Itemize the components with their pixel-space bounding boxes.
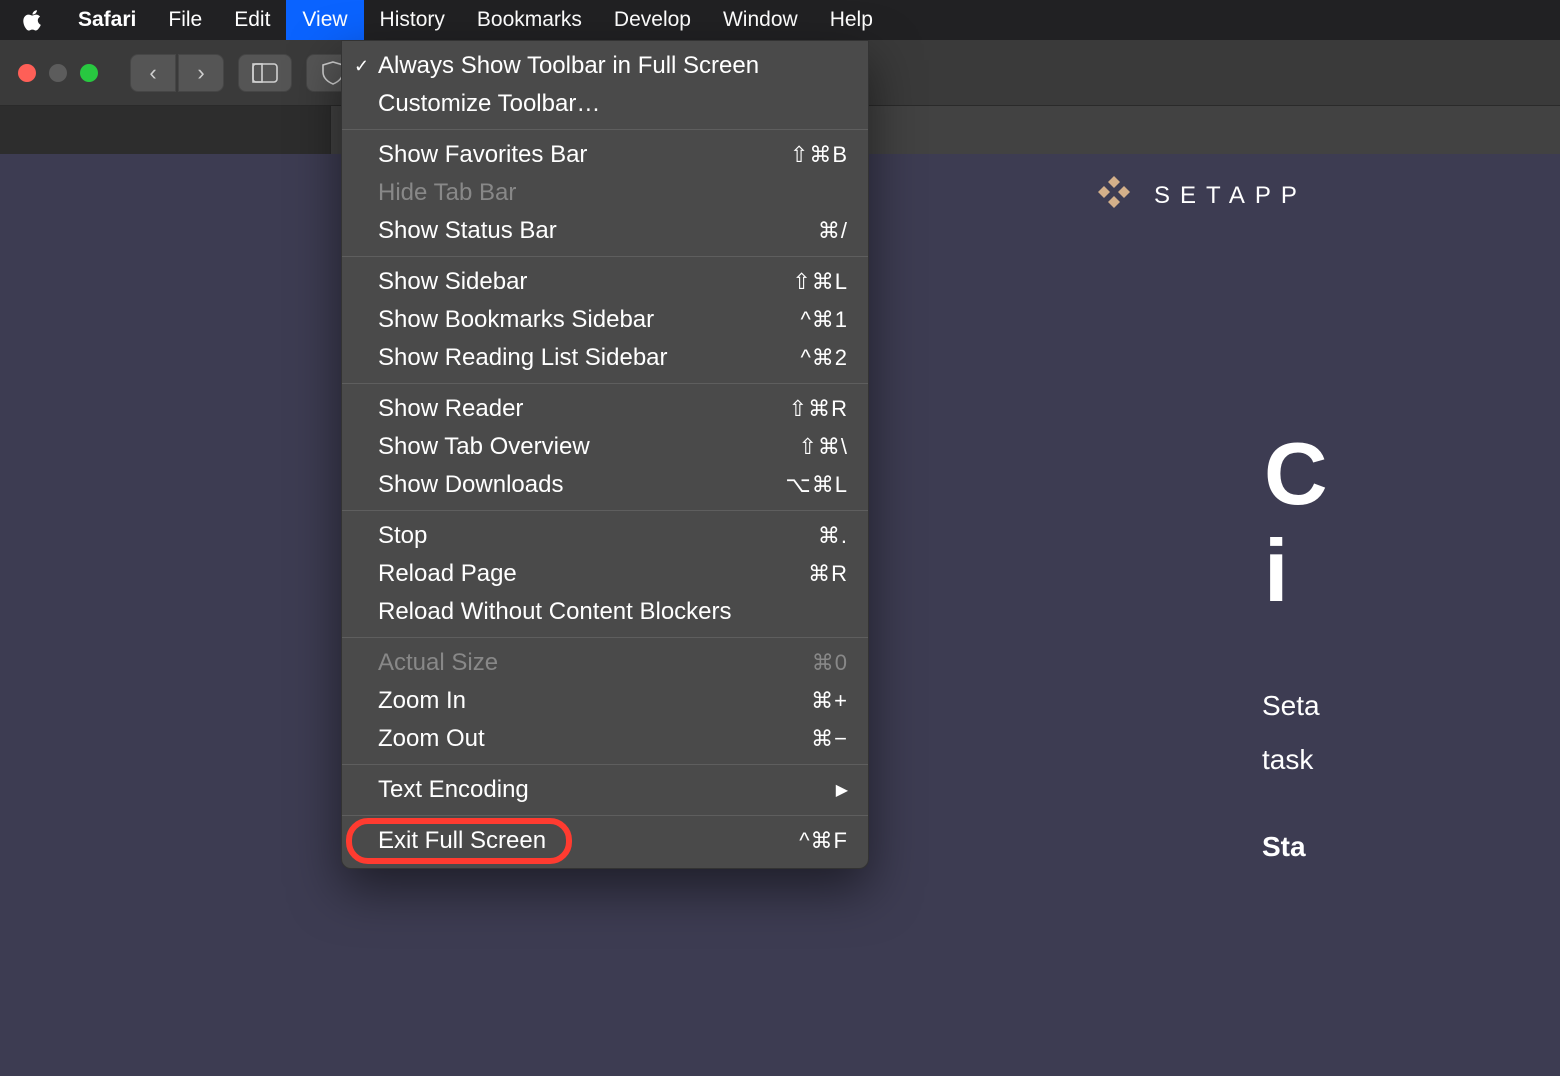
nav-buttons: ‹ ›: [130, 54, 224, 92]
forward-button[interactable]: ›: [178, 54, 224, 92]
menu-item-actual-size: Actual Size ⌘0: [342, 644, 868, 682]
hero-heading: C i: [1264, 426, 1328, 620]
menu-item-label: Zoom In: [378, 687, 466, 715]
menu-item-label: Always Show Toolbar in Full Screen: [378, 52, 759, 80]
menu-item-reload-without-content-blockers[interactable]: Reload Without Content Blockers: [342, 593, 868, 631]
chevron-left-icon: ‹: [149, 60, 156, 86]
menu-item-shortcut: ⌥⌘L: [785, 472, 848, 498]
menu-item-label: Show Tab Overview: [378, 433, 590, 461]
menu-item-shortcut: ^⌘F: [799, 828, 848, 854]
menu-separator: [342, 764, 868, 765]
setapp-wordmark: SETAPP: [1154, 182, 1307, 210]
menu-item-label: Show Reader: [378, 395, 523, 423]
menu-item-shortcut: ⌘+: [811, 688, 848, 714]
menu-item-shortcut: ⇧⌘L: [792, 269, 848, 295]
menu-item-zoom-out[interactable]: Zoom Out ⌘−: [342, 720, 868, 758]
setapp-logo[interactable]: SETAPP: [1092, 174, 1307, 218]
help-menu[interactable]: Help: [814, 0, 889, 40]
window-menu[interactable]: Window: [707, 0, 814, 40]
view-menu-dropdown[interactable]: ✓ Always Show Toolbar in Full Screen Custo…: [341, 40, 869, 869]
menu-item-stop[interactable]: Stop ⌘.: [342, 517, 868, 555]
menu-item-show-reader[interactable]: Show Reader ⇧⌘R: [342, 390, 868, 428]
develop-menu[interactable]: Develop: [598, 0, 707, 40]
menu-item-shortcut: ⌘/: [818, 218, 848, 244]
menu-item-zoom-in[interactable]: Zoom In ⌘+: [342, 682, 868, 720]
menu-item-show-status-bar[interactable]: Show Status Bar ⌘/: [342, 212, 868, 250]
apple-logo-icon[interactable]: [22, 9, 44, 31]
hero-body: Seta task Sta: [1262, 682, 1320, 871]
menu-item-shortcut: ⇧⌘B: [790, 142, 848, 168]
view-menu[interactable]: View: [286, 0, 363, 40]
menu-separator: [342, 256, 868, 257]
menu-item-label: Exit Full Screen: [378, 827, 546, 855]
menu-item-shortcut: ⌘−: [811, 726, 848, 752]
menu-item-shortcut: ⌘.: [818, 523, 848, 549]
menu-item-shortcut: ^⌘1: [800, 307, 848, 333]
menu-item-shortcut: ⇧⌘\: [798, 434, 848, 460]
menu-item-show-downloads[interactable]: Show Downloads ⌥⌘L: [342, 466, 868, 504]
menu-item-text-encoding[interactable]: Text Encoding ▶: [342, 771, 868, 809]
sidebar-icon: [252, 63, 278, 83]
menu-item-label: Show Sidebar: [378, 268, 527, 296]
menu-item-always-show-toolbar-in-full-screen[interactable]: ✓ Always Show Toolbar in Full Screen: [342, 47, 868, 85]
menu-bar[interactable]: Safari File Edit View History Bookmarks …: [0, 0, 1560, 40]
close-button[interactable]: [18, 64, 36, 82]
file-menu[interactable]: File: [152, 0, 218, 40]
sidebar-toggle-button[interactable]: [238, 54, 292, 92]
menu-item-show-bookmarks-sidebar[interactable]: Show Bookmarks Sidebar ^⌘1: [342, 301, 868, 339]
menu-item-label: Show Status Bar: [378, 217, 557, 245]
chevron-right-icon: ›: [197, 60, 204, 86]
menu-item-exit-full-screen[interactable]: Exit Full Screen ^⌘F: [342, 822, 868, 860]
back-button[interactable]: ‹: [130, 54, 176, 92]
menu-separator: [342, 510, 868, 511]
history-menu[interactable]: History: [364, 0, 461, 40]
menu-item-hide-tab-bar: Hide Tab Bar: [342, 174, 868, 212]
menu-item-show-reading-list-sidebar[interactable]: Show Reading List Sidebar ^⌘2: [342, 339, 868, 377]
menu-item-label: Hide Tab Bar: [378, 179, 516, 207]
menu-item-show-tab-overview[interactable]: Show Tab Overview ⇧⌘\: [342, 428, 868, 466]
submenu-arrow-icon: ▶: [836, 780, 848, 800]
menu-item-show-favorites-bar[interactable]: Show Favorites Bar ⇧⌘B: [342, 136, 868, 174]
menu-item-label: Zoom Out: [378, 725, 485, 753]
setapp-mark-icon: [1092, 174, 1136, 218]
menu-item-reload-page[interactable]: Reload Page ⌘R: [342, 555, 868, 593]
menu-item-shortcut: ^⌘2: [800, 345, 848, 371]
app-menu[interactable]: Safari: [62, 0, 152, 40]
menu-item-shortcut: ⇧⌘R: [789, 396, 848, 422]
menu-item-label: Show Downloads: [378, 471, 563, 499]
menu-item-label: Text Encoding: [378, 776, 529, 804]
menu-item-label: Show Favorites Bar: [378, 141, 587, 169]
menu-item-label: Actual Size: [378, 649, 498, 677]
menu-item-show-sidebar[interactable]: Show Sidebar ⇧⌘L: [342, 263, 868, 301]
menu-item-label: Customize Toolbar…: [378, 90, 600, 118]
traffic-lights: [18, 64, 98, 82]
menu-item-label: Reload Without Content Blockers: [378, 598, 732, 626]
bookmarks-menu[interactable]: Bookmarks: [461, 0, 598, 40]
menu-separator: [342, 383, 868, 384]
menu-separator: [342, 815, 868, 816]
checkmark-icon: ✓: [354, 56, 369, 77]
menu-item-label: Show Bookmarks Sidebar: [378, 306, 654, 334]
menu-item-label: Reload Page: [378, 560, 517, 588]
menu-item-label: Stop: [378, 522, 427, 550]
menu-item-shortcut: ⌘0: [812, 650, 848, 676]
edit-menu[interactable]: Edit: [218, 0, 286, 40]
maximize-button[interactable]: [80, 64, 98, 82]
menu-item-customize-toolbar[interactable]: Customize Toolbar…: [342, 85, 868, 123]
menu-item-label: Show Reading List Sidebar: [378, 344, 668, 372]
menu-separator: [342, 637, 868, 638]
menu-separator: [342, 129, 868, 130]
menu-item-shortcut: ⌘R: [808, 561, 848, 587]
minimize-button[interactable]: [49, 64, 67, 82]
